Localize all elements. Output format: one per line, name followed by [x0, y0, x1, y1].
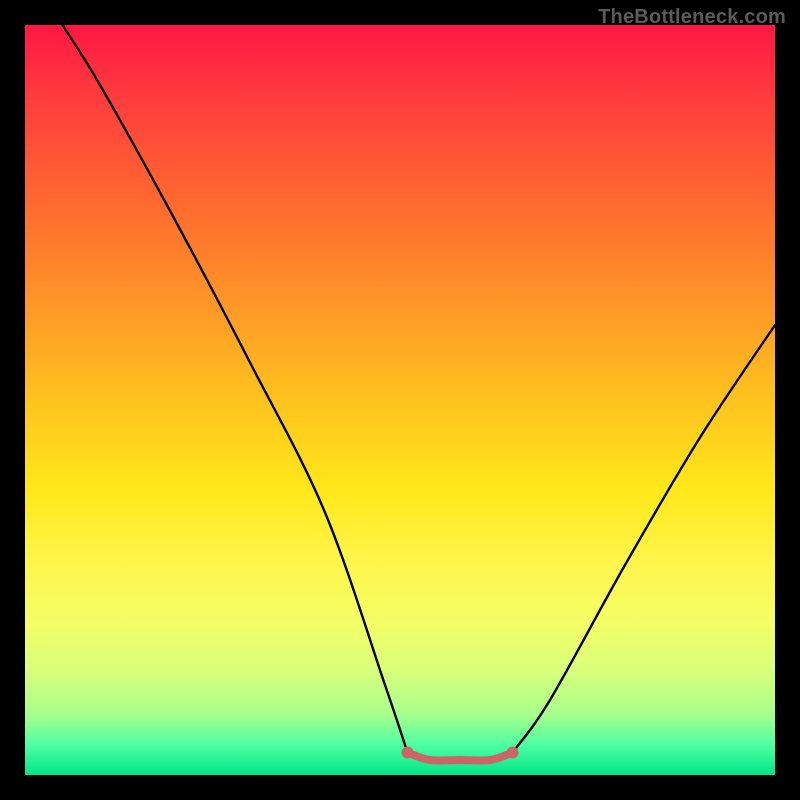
curve-right-branch: [513, 325, 776, 753]
marker-right-dot: [507, 747, 519, 759]
plot-area: [25, 25, 775, 775]
chart-frame: TheBottleneck.com: [0, 0, 800, 800]
marker-left-dot: [402, 747, 414, 759]
curve-left-branch: [63, 25, 408, 753]
curve-flat-bottom: [408, 753, 513, 761]
bottleneck-curve: [25, 25, 775, 775]
